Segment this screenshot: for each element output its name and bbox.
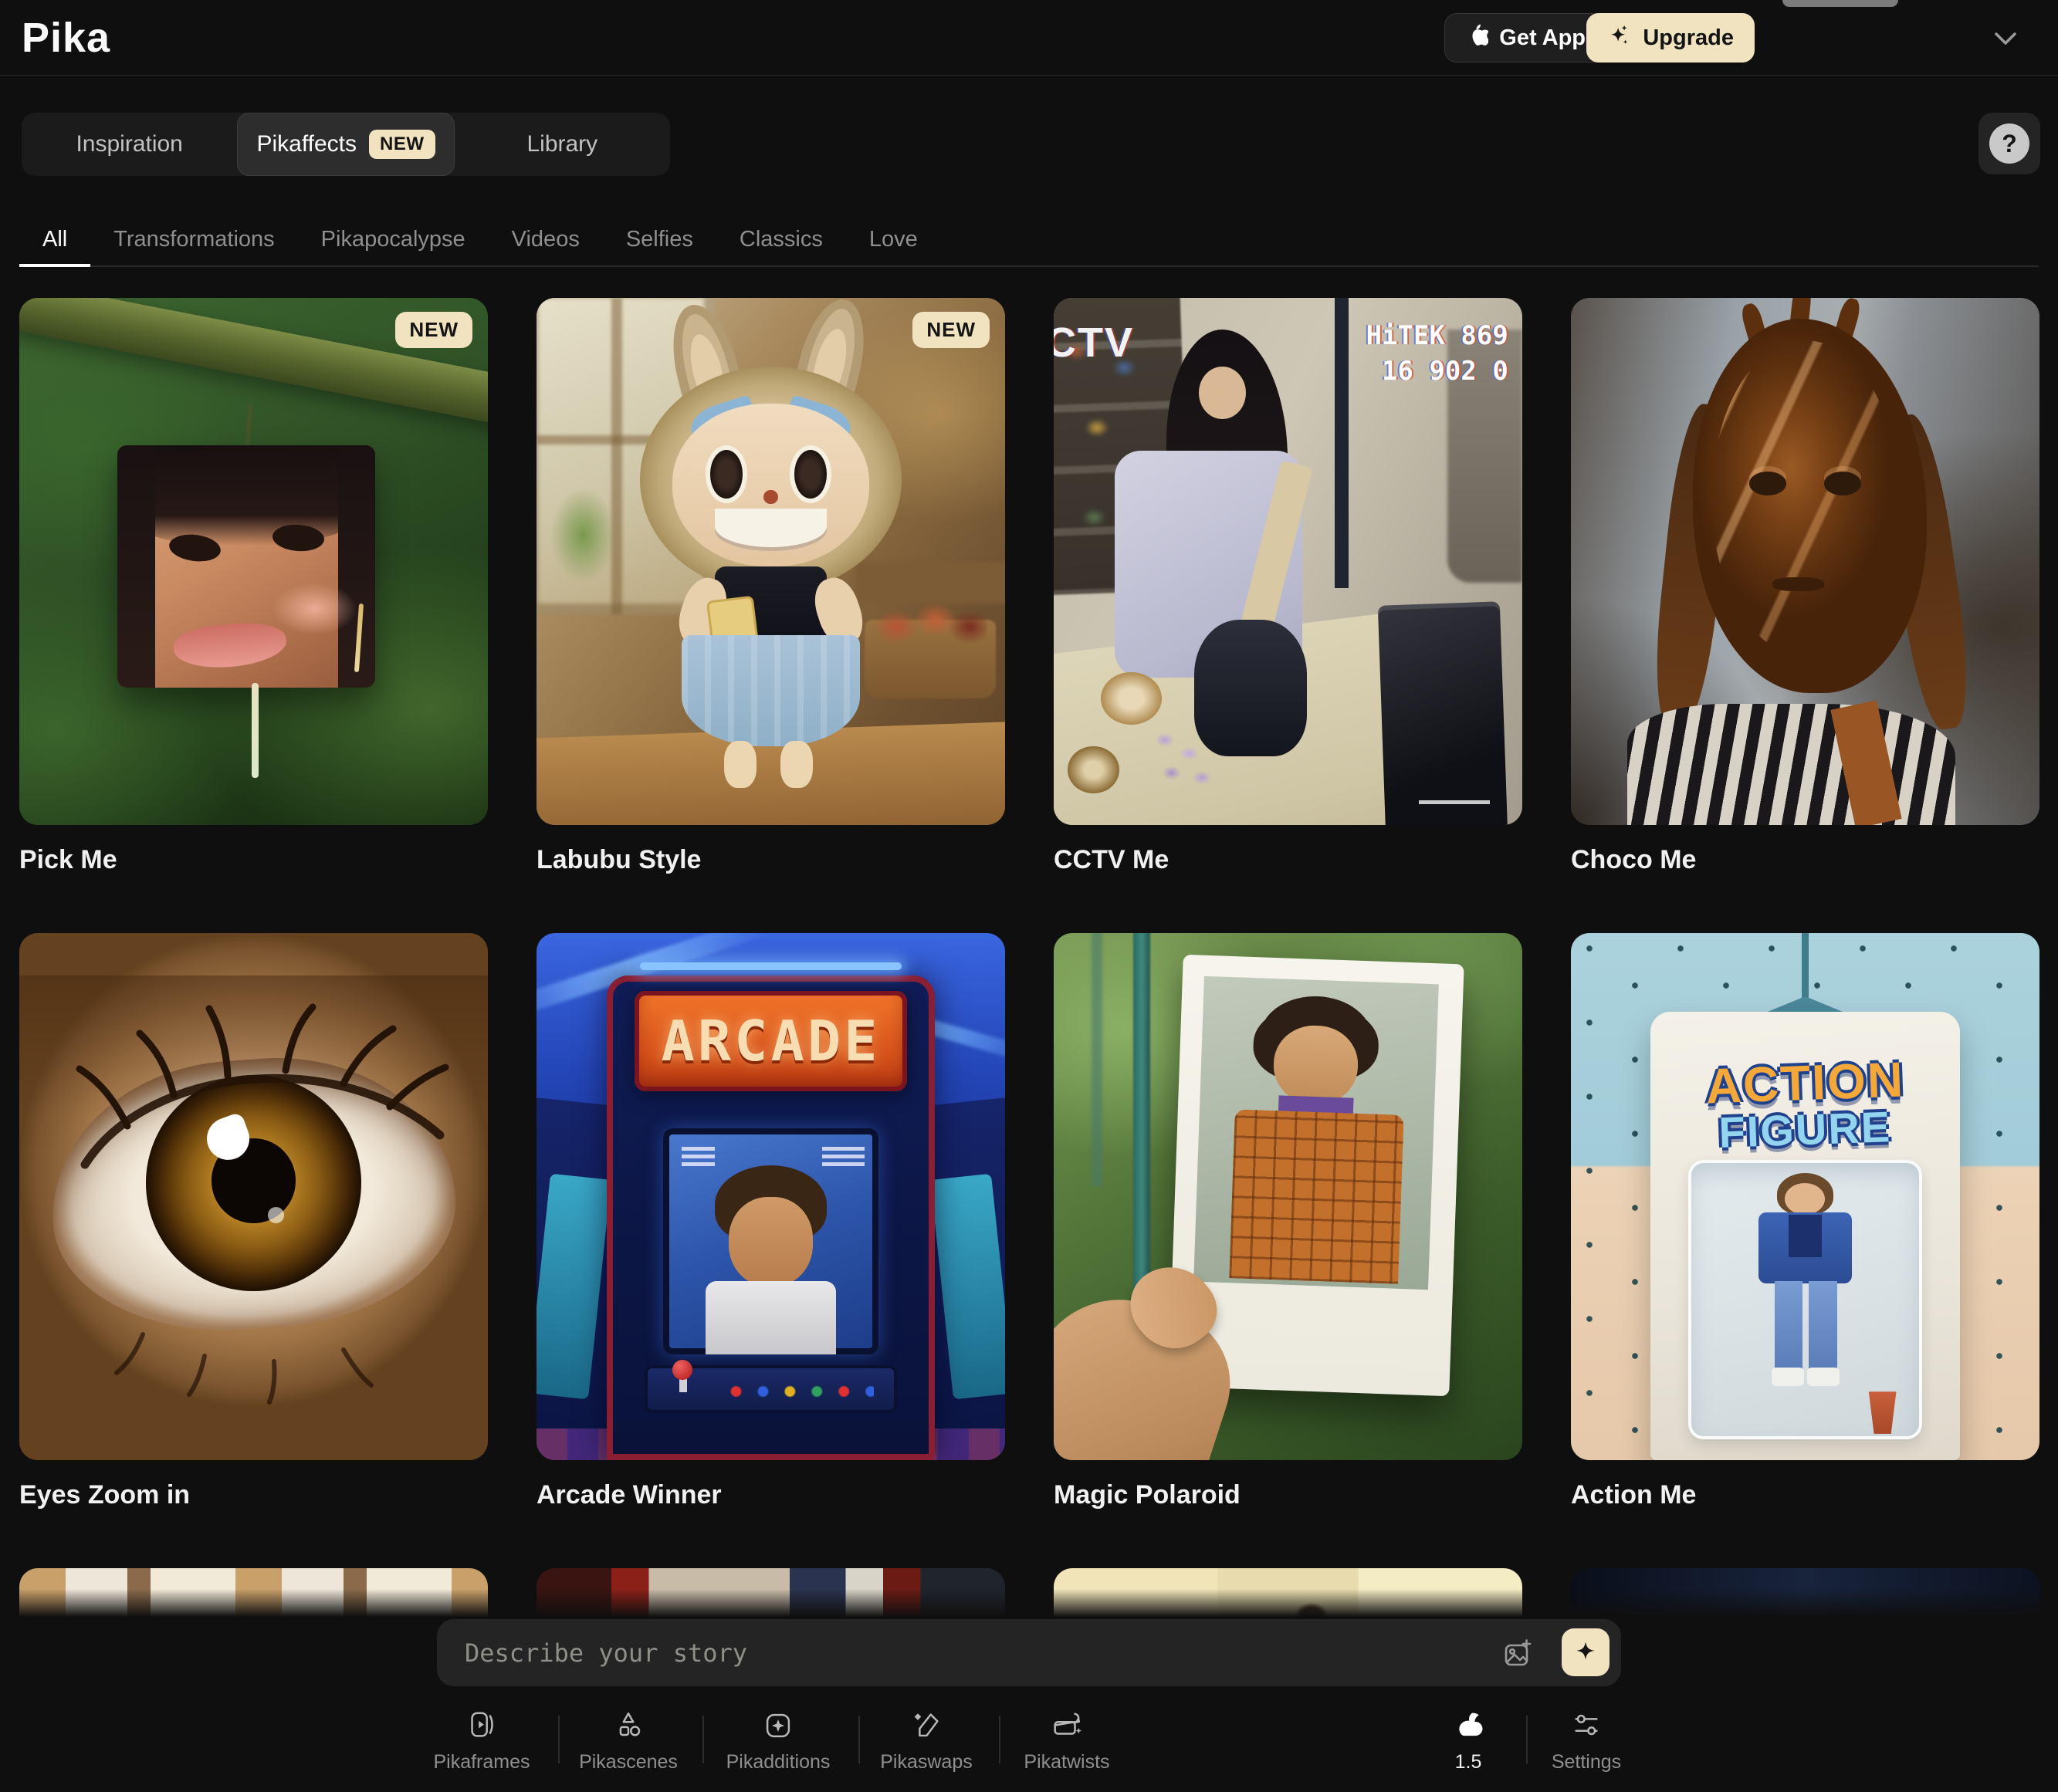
question-mark-icon: ?: [1989, 123, 2029, 164]
sparkle-icon: [1607, 22, 1632, 53]
effects-grid: NEW Pick Me NEW Labubu Style: [19, 298, 2039, 1676]
tab-inspiration-label: Inspiration: [76, 131, 182, 157]
effect-card-magic-polaroid[interactable]: Magic Polaroid: [1054, 933, 1522, 1511]
nav-label: Pikaswaps: [880, 1751, 973, 1773]
pikatwists-icon: [1049, 1708, 1085, 1743]
filter-all[interactable]: All: [19, 213, 90, 265]
card-title: Arcade Winner: [537, 1480, 1005, 1511]
arcade-marquee: ARCADE: [635, 991, 906, 1091]
card-title: CCTV Me: [1054, 845, 1522, 876]
nav-separator: [858, 1716, 860, 1763]
card-image: ACTION FIGURE: [1571, 933, 2039, 1460]
effect-card-action-me[interactable]: ACTION FIGURE Action Me: [1571, 933, 2039, 1511]
cctv-timestamp: HiTEK 869 16 902 0: [1366, 319, 1508, 390]
effect-card-labubu-style[interactable]: NEW Labubu Style: [537, 298, 1005, 876]
nav-label: Pikatwists: [1024, 1751, 1109, 1773]
nav-label: Pikadditions: [726, 1751, 831, 1773]
card-title: Eyes Zoom in: [19, 1480, 488, 1511]
effect-card-arcade-winner[interactable]: ARCADE Arcade Winner: [537, 933, 1005, 1511]
star-icon: [1572, 1638, 1599, 1666]
effect-card-cctv-me[interactable]: CTV HiTEK 869 16 902 0 CCTV Me: [1054, 298, 1522, 876]
nav-pikaframes[interactable]: Pikaframes: [416, 1708, 547, 1773]
nav-label: Settings: [1552, 1751, 1621, 1773]
filter-classics[interactable]: Classics: [716, 213, 846, 265]
card-image: NEW: [537, 298, 1005, 825]
chevron-down-icon[interactable]: [1987, 23, 2024, 54]
filter-label: Videos: [512, 227, 580, 252]
cctv-corner-text: CTV: [1054, 319, 1134, 367]
pikaframes-icon: [464, 1708, 499, 1743]
card-title: Choco Me: [1571, 845, 2039, 876]
nav-pikaswaps[interactable]: Pikaswaps: [861, 1708, 992, 1773]
image-plus-icon: [1501, 1636, 1535, 1670]
nav-pikadditions[interactable]: Pikadditions: [713, 1708, 844, 1773]
app-root: Pika Get App Upgrade Inspiration Pikaffe…: [0, 0, 2058, 1792]
effect-card-pick-me[interactable]: NEW Pick Me: [19, 298, 488, 876]
nav-label: Pikascenes: [579, 1751, 678, 1773]
help-button[interactable]: ?: [1978, 113, 2040, 174]
pikascenes-icon: [611, 1708, 646, 1743]
card-image: ARCADE: [537, 933, 1005, 1460]
nav-separator: [999, 1716, 1000, 1763]
filter-label: Classics: [740, 227, 823, 252]
prompt-input[interactable]: [437, 1619, 1621, 1686]
bottom-panel: Pikaframes Pikascenes Pikadditions: [0, 1617, 2058, 1792]
eyelashes-graphic: [19, 933, 488, 1460]
card-image: [1571, 298, 2039, 825]
apple-icon: [1465, 22, 1488, 54]
card-new-badge: NEW: [395, 312, 472, 348]
tab-pikaffects-label: Pikaffects: [256, 131, 357, 157]
filter-label: Selfies: [626, 227, 693, 252]
pika-logo: Pika: [22, 14, 110, 62]
filter-label: All: [42, 227, 67, 252]
card-title: Magic Polaroid: [1054, 1480, 1522, 1511]
nav-label: Pikaframes: [433, 1751, 530, 1773]
filter-label: Pikapocalypse: [321, 227, 465, 252]
get-app-label: Get App: [1499, 25, 1586, 51]
card-title: Labubu Style: [537, 845, 1005, 876]
nav-pikascenes[interactable]: Pikascenes: [563, 1708, 694, 1773]
prompt-bar: [437, 1619, 1621, 1686]
pikaswaps-icon: [909, 1708, 944, 1743]
filter-videos[interactable]: Videos: [489, 213, 603, 265]
card-image: NEW: [19, 298, 488, 825]
card-title: Action Me: [1571, 1480, 2039, 1511]
card-image: [1054, 933, 1522, 1460]
nav-model-version[interactable]: 1.5: [1403, 1708, 1534, 1773]
nav-separator: [558, 1716, 560, 1763]
card-image: CTV HiTEK 869 16 902 0: [1054, 298, 1522, 825]
upgrade-label: Upgrade: [1643, 25, 1734, 51]
tab-library[interactable]: Library: [455, 113, 670, 176]
effect-card-eyes-zoom-in[interactable]: Eyes Zoom in: [19, 933, 488, 1511]
settings-sliders-icon: [1569, 1708, 1604, 1743]
nav-label: 1.5: [1455, 1751, 1482, 1773]
header: Pika Get App Upgrade: [0, 0, 2058, 76]
generate-button[interactable]: [1562, 1628, 1610, 1676]
main-tabs: Inspiration Pikaffects NEW Library: [22, 113, 670, 176]
scroll-indicator: [1782, 0, 1898, 7]
tab-inspiration[interactable]: Inspiration: [22, 113, 237, 176]
pikadditions-icon: [760, 1708, 796, 1743]
filter-bar: All Transformations Pikapocalypse Videos…: [19, 213, 2039, 267]
add-image-button[interactable]: [1501, 1636, 1535, 1670]
new-badge: NEW: [369, 130, 435, 159]
tab-library-label: Library: [526, 131, 597, 157]
nav-pikatwists[interactable]: Pikatwists: [1001, 1708, 1132, 1773]
filter-label: Love: [869, 227, 918, 252]
tab-pikaffects[interactable]: Pikaffects NEW: [237, 113, 454, 176]
filter-love[interactable]: Love: [846, 213, 941, 265]
card-new-badge: NEW: [912, 312, 990, 348]
card-image: [19, 933, 488, 1460]
get-app-button[interactable]: Get App: [1444, 13, 1606, 63]
filter-selfies[interactable]: Selfies: [603, 213, 716, 265]
filter-pikapocalypse[interactable]: Pikapocalypse: [298, 213, 489, 265]
rabbit-icon: [1448, 1708, 1488, 1743]
nav-separator: [702, 1716, 704, 1763]
effect-card-choco-me[interactable]: Choco Me: [1571, 298, 2039, 876]
upgrade-button[interactable]: Upgrade: [1586, 13, 1755, 63]
nav-settings[interactable]: Settings: [1521, 1708, 1652, 1773]
filter-transformations[interactable]: Transformations: [90, 213, 297, 265]
filter-label: Transformations: [113, 227, 274, 252]
card-title: Pick Me: [19, 845, 488, 876]
